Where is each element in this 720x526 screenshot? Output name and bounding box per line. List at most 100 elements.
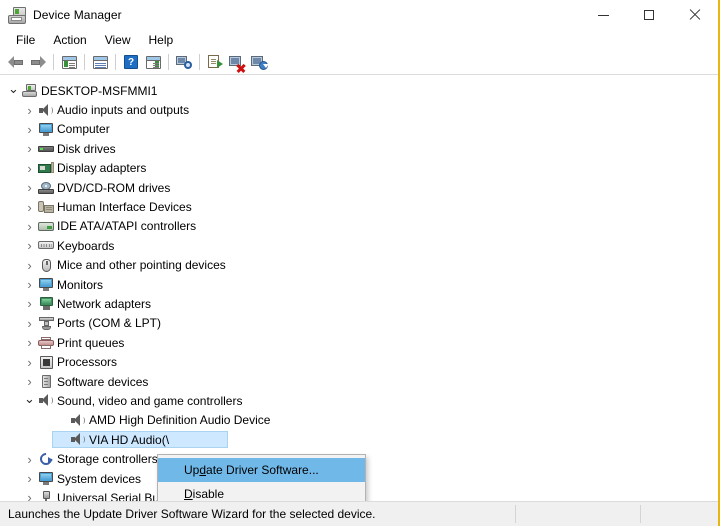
chevron-right-icon[interactable]: › [22, 201, 37, 214]
device-manager-window: Device Manager File Action View Help ? ⌄… [0, 0, 720, 526]
tree-item-label: VIA HD Audio(\ [89, 432, 170, 447]
computer-icon [22, 84, 38, 98]
chevron-right-icon[interactable]: › [22, 472, 37, 485]
tree-category-row[interactable]: › Monitors [0, 275, 718, 294]
maximize-button[interactable] [626, 0, 672, 30]
tree-item-label: Keyboards [57, 238, 115, 253]
tree-device-row[interactable]: AMD High Definition Audio Device [0, 411, 718, 430]
tree-device-row[interactable]: VIA HD Audio(\ [0, 430, 718, 449]
tree-item-label: IDE ATA/ATAPI controllers [57, 219, 197, 234]
update-driver-software-button[interactable] [204, 51, 226, 73]
show-hide-console-tree-icon [61, 55, 77, 69]
disable-enable-device-button[interactable] [248, 51, 270, 73]
tree-root-row[interactable]: ⌄ DESKTOP-MSFMMI1 [0, 81, 718, 100]
chevron-right-icon[interactable]: › [22, 259, 37, 272]
tree-item-label: Computer [57, 122, 110, 137]
scan-for-hardware-changes-button[interactable] [173, 51, 195, 73]
forward-arrow-icon [30, 56, 46, 68]
tree-category-row[interactable]: › Human Interface Devices [0, 197, 718, 216]
context-menu-item-disable[interactable]: Disable [158, 482, 365, 501]
chevron-right-icon[interactable]: › [22, 297, 37, 310]
chevron-right-icon[interactable]: › [22, 181, 37, 194]
forward-button[interactable] [27, 51, 49, 73]
tree-item-icon-wrap [21, 84, 39, 98]
tree-category-row[interactable]: › Disk drives [0, 139, 718, 158]
speaker-icon [71, 433, 85, 446]
properties-pane-button[interactable] [89, 51, 111, 73]
update-driver-software-icon [207, 55, 223, 69]
tree-item-icon-wrap [37, 122, 55, 136]
tree-category-row[interactable]: › Print queues [0, 333, 718, 352]
maximize-icon [644, 10, 654, 20]
menu-view[interactable]: View [96, 31, 140, 49]
tree-category-row[interactable]: ⌄ Sound, video and game controllers [0, 391, 718, 410]
chevron-right-icon[interactable]: › [22, 317, 37, 330]
chevron-right-icon[interactable]: › [22, 123, 37, 136]
tree-category-row[interactable]: › IDE ATA/ATAPI controllers [0, 217, 718, 236]
usb-icon [41, 490, 52, 501]
chevron-right-icon[interactable]: › [22, 336, 37, 349]
context-menu-item-update-driver-software[interactable]: Up d ate Driver Software... [158, 458, 365, 482]
chevron-right-icon[interactable]: › [22, 491, 37, 501]
chevron-down-icon[interactable]: ⌄ [22, 392, 37, 405]
tree-item-icon-wrap [37, 278, 55, 292]
tree-category-row[interactable]: › DVD/CD-ROM drives [0, 178, 718, 197]
chevron-right-icon[interactable]: › [22, 453, 37, 466]
show-hide-action-pane-button[interactable] [142, 51, 164, 73]
context-menu[interactable]: Update Driver Software...DisableUninstal… [157, 454, 366, 501]
minimize-button[interactable] [580, 0, 626, 30]
chevron-right-icon[interactable]: › [22, 220, 37, 233]
tree-category-row[interactable]: › Mice and other pointing devices [0, 256, 718, 275]
tree-category-row[interactable]: › Display adapters [0, 159, 718, 178]
ide-controller-icon [38, 221, 54, 232]
tree-item-icon-wrap [37, 241, 55, 250]
menu-action[interactable]: Action [44, 31, 95, 49]
optical-drive-icon [38, 181, 54, 194]
tree-category-row[interactable]: › Software devices [0, 372, 718, 391]
uninstall-device-icon [229, 55, 246, 73]
tree-item-label: Network adapters [57, 296, 152, 311]
tree-item-icon-wrap [37, 144, 55, 154]
chevron-right-icon[interactable]: › [22, 142, 37, 155]
chevron-right-icon[interactable]: › [22, 278, 37, 291]
tree-category-row[interactable]: › Ports (COM & LPT) [0, 314, 718, 333]
toolbar-separator [84, 54, 85, 70]
menu-file[interactable]: File [7, 31, 44, 49]
uninstall-device-button[interactable] [226, 51, 248, 73]
tree-item-label: Audio inputs and outputs [57, 103, 190, 118]
tree-item-icon-wrap [37, 375, 55, 389]
show-hide-console-tree-button[interactable] [58, 51, 80, 73]
status-text: Launches the Update Driver Software Wiza… [8, 507, 376, 521]
help-button[interactable]: ? [120, 51, 142, 73]
tree-item-icon-wrap [37, 355, 55, 369]
toolbar-separator [168, 54, 169, 70]
tree-item-icon-wrap [37, 258, 55, 272]
processor-icon [39, 355, 53, 369]
tree-item-icon-wrap [37, 490, 55, 501]
tree-category-row[interactable]: › Network adapters [0, 294, 718, 313]
device-manager-icon [8, 6, 26, 24]
close-icon [689, 9, 701, 21]
tree-category-row[interactable]: › Computer [0, 120, 718, 139]
close-button[interactable] [672, 0, 718, 30]
device-tree: ⌄ DESKTOP-MSFMMI1 › Audio inputs and output… [0, 75, 718, 501]
monitor-icon [38, 472, 54, 485]
chevron-right-icon[interactable]: › [22, 239, 37, 252]
chevron-down-icon[interactable]: ⌄ [6, 82, 21, 95]
tree-item-icon-wrap [37, 221, 55, 232]
tree-item-icon-wrap [37, 450, 55, 468]
device-tree-panel[interactable]: ⌄ DESKTOP-MSFMMI1 › Audio inputs and output… [0, 75, 718, 501]
tree-item-label: Display adapters [57, 161, 147, 176]
chevron-right-icon[interactable]: › [22, 375, 37, 388]
chevron-right-icon[interactable]: › [22, 162, 37, 175]
tree-item-label: Human Interface Devices [57, 200, 192, 215]
tree-category-row[interactable]: › Processors [0, 352, 718, 371]
tree-category-row[interactable]: › Keyboards [0, 236, 718, 255]
back-button[interactable] [5, 51, 27, 73]
chevron-right-icon[interactable]: › [22, 104, 37, 117]
tree-item-label: Storage controllers [57, 452, 158, 467]
menu-help[interactable]: Help [140, 31, 183, 49]
tree-category-row[interactable]: › Audio inputs and outputs [0, 100, 718, 119]
accelerator-letter: D [184, 487, 193, 501]
chevron-right-icon[interactable]: › [22, 356, 37, 369]
